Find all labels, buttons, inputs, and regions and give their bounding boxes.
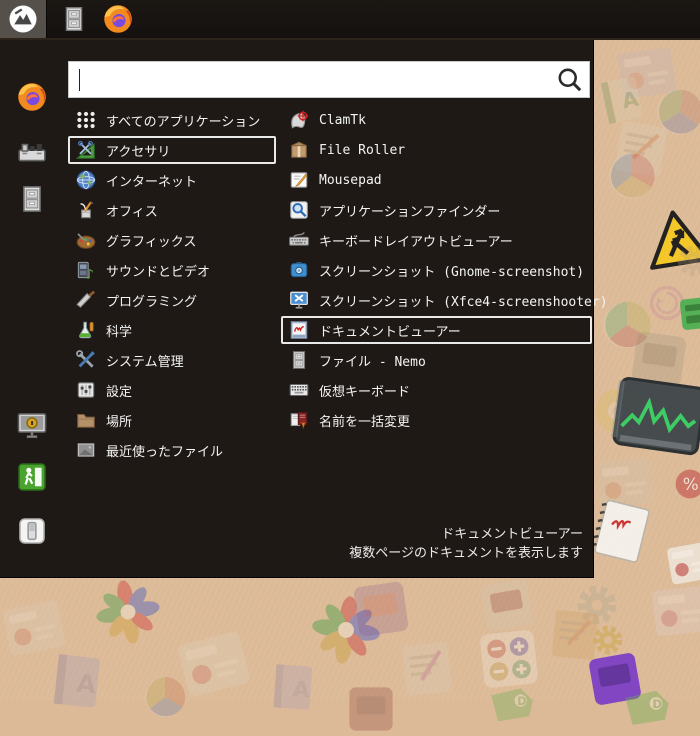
firefox-icon <box>102 3 134 35</box>
programming-icon <box>75 289 97 311</box>
file-manager-icon <box>59 4 89 34</box>
menu-item-clamtk[interactable]: ClamTk <box>281 106 592 134</box>
menu-button[interactable] <box>0 0 47 38</box>
menu-item-nemo[interactable]: ファイル - Nemo <box>281 346 592 374</box>
kbdviewer-icon <box>288 229 310 251</box>
menu-item-label: File Roller <box>319 142 406 158</box>
search-icon <box>555 65 585 95</box>
search-box <box>68 61 590 98</box>
menu-item-internet[interactable]: インターネット <box>68 166 276 194</box>
sysadmin-icon <box>75 349 97 371</box>
menu-item-shot-gnome[interactable]: スクリーンショット (Gnome-screenshot) <box>281 256 592 284</box>
sidebar-lockscreen-button[interactable] <box>16 409 48 441</box>
menu-item-label: ファイル - Nemo <box>319 354 426 370</box>
menu-item-label: グラフィックス <box>106 234 197 250</box>
menu-item-places[interactable]: 場所 <box>68 406 276 434</box>
menu-item-sysadmin[interactable]: システム管理 <box>68 346 276 374</box>
settings-icon <box>75 379 97 401</box>
menu-item-label: 設定 <box>106 384 133 400</box>
menu-item-label: ClamTk <box>319 112 366 128</box>
vkbd-icon <box>288 379 310 401</box>
text-caret <box>79 69 80 91</box>
sidebar-firefox-button[interactable] <box>16 81 48 113</box>
menu-item-office[interactable]: オフィス <box>68 196 276 224</box>
panel-launcher-firefox[interactable] <box>101 2 135 36</box>
menu-item-label: スクリーンショット (Gnome-screenshot) <box>319 264 585 280</box>
menu-item-appfinder[interactable]: アプリケーションファインダー <box>281 196 592 224</box>
internet-icon <box>75 169 97 191</box>
menu-item-label: システム管理 <box>106 354 184 370</box>
description-title: ドキュメントビューアー <box>441 527 583 542</box>
menu-item-shot-xfce[interactable]: スクリーンショット (Xfce4-screenshooter) <box>281 286 608 314</box>
menu-item-mousepad[interactable]: Mousepad <box>281 166 592 194</box>
evince-icon <box>288 319 310 341</box>
sidebar-mixer-button[interactable] <box>16 135 48 167</box>
menu-item-label: サウンドとビデオ <box>106 264 211 280</box>
menu-item-all-apps[interactable]: すべてのアプリケーション <box>68 106 276 134</box>
selection-description: ドキュメントビューアー 複数ページのドキュメントを表示します <box>349 523 583 561</box>
menu-item-label: アプリケーションファインダー <box>319 204 501 220</box>
menu-item-label: 名前を一括変更 <box>319 414 411 430</box>
menu-item-settings[interactable]: 設定 <box>68 376 276 404</box>
menu-item-label: オフィス <box>106 204 158 220</box>
shot-gnome-icon <box>288 259 310 281</box>
graphics-icon <box>75 229 97 251</box>
menu-item-label: 場所 <box>106 414 133 430</box>
menu-item-programming[interactable]: プログラミング <box>68 286 276 314</box>
mousepad-icon <box>288 169 310 191</box>
menu-item-science[interactable]: 科学 <box>68 316 276 344</box>
menu-item-vkbd[interactable]: 仮想キーボード <box>281 376 592 404</box>
menu-item-label: 科学 <box>106 324 133 340</box>
menu-item-label: Mousepad <box>319 172 382 188</box>
shot-xfce-icon <box>288 289 310 311</box>
menu-item-evince[interactable]: ドキュメントビューアー <box>281 316 592 344</box>
menu-item-kbdviewer[interactable]: キーボードレイアウトビューアー <box>281 226 592 254</box>
distro-logo-icon <box>8 4 38 34</box>
all-apps-icon <box>75 109 97 131</box>
menu-item-accessories[interactable]: アクセサリ <box>68 136 276 164</box>
application-menu: すべてのアプリケーション アクセサリ インターネット オフィス グラフィックス … <box>0 40 608 578</box>
fileroller-icon <box>288 139 310 161</box>
menu-item-label: プログラミング <box>106 294 198 310</box>
menu-item-label: スクリーンショット (Xfce4-screenshooter) <box>319 294 608 310</box>
sidebar-files-button[interactable] <box>16 183 48 215</box>
svg-text:♪: ♪ <box>85 267 93 281</box>
panel-launcher-files[interactable] <box>57 2 91 36</box>
office-icon <box>75 199 97 221</box>
top-panel <box>0 0 700 40</box>
menu-item-recent[interactable]: 最近使ったファイル <box>68 436 276 464</box>
sidebar-logout-button[interactable] <box>16 461 48 493</box>
appfinder-icon <box>288 199 310 221</box>
sound-video-icon: ♪ <box>75 259 97 281</box>
sidebar-shutdown-button[interactable] <box>16 515 48 547</box>
menu-item-label: 最近使ったファイル <box>106 444 224 460</box>
accessories-icon <box>75 139 97 161</box>
menu-item-fileroller[interactable]: File Roller <box>281 136 592 164</box>
search-input[interactable] <box>69 62 555 97</box>
menu-item-label: 仮想キーボード <box>319 384 411 400</box>
menu-item-label: ドキュメントビューアー <box>319 324 461 340</box>
menu-item-sound-video[interactable]: ♪ サウンドとビデオ <box>68 256 276 284</box>
science-icon <box>75 319 97 341</box>
places-icon <box>75 409 97 431</box>
menu-item-label: アクセサリ <box>106 144 171 160</box>
nemo-icon <box>288 349 310 371</box>
menu-item-graphics[interactable]: グラフィックス <box>68 226 276 254</box>
menu-item-rename[interactable]: 名前を一括変更 <box>281 406 592 434</box>
menu-item-label: すべてのアプリケーション <box>106 114 261 130</box>
menu-item-label: インターネット <box>106 174 198 190</box>
clamtk-icon <box>288 109 310 131</box>
menu-item-label: キーボードレイアウトビューアー <box>319 234 513 250</box>
recent-icon <box>75 439 97 461</box>
rename-icon <box>288 409 310 431</box>
description-subtitle: 複数ページのドキュメントを表示します <box>349 546 583 561</box>
